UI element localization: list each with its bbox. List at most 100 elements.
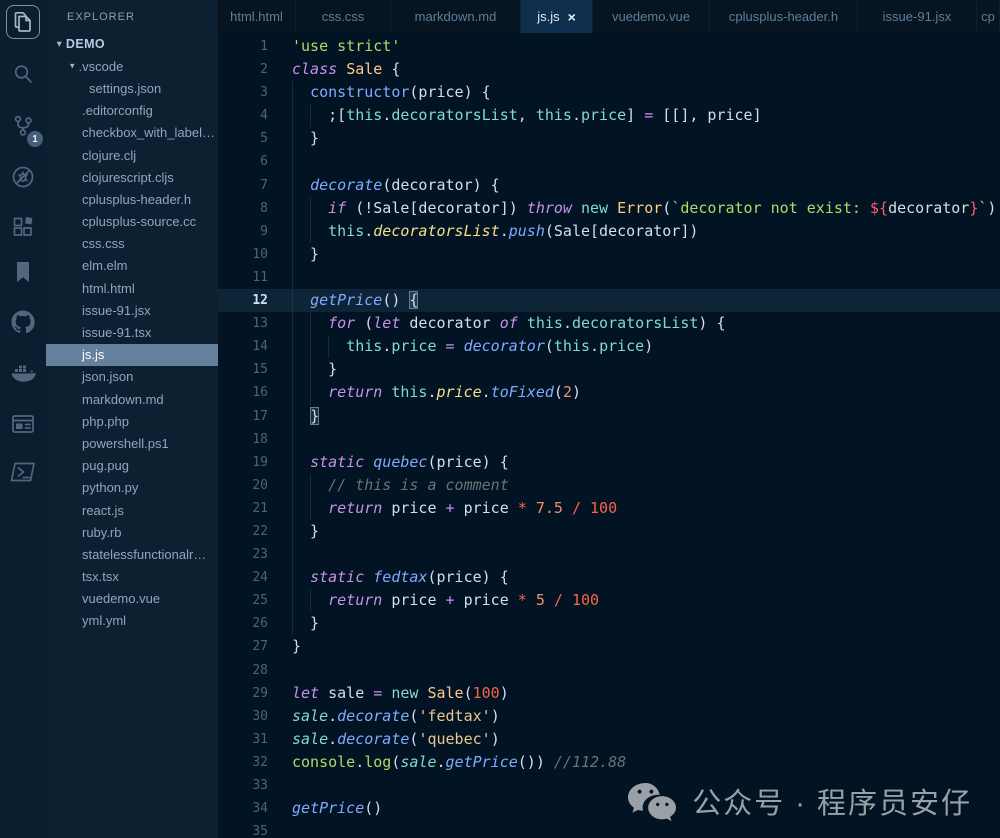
tree-item-label: cplusplus-source.cc	[82, 214, 196, 229]
line-number: 31	[218, 728, 268, 751]
extensions-icon[interactable]	[6, 210, 40, 244]
tree-item-.vscode[interactable]: ▾.vscode	[46, 55, 218, 77]
code-line-13[interactable]: 13 for (let decorator of this.decorators…	[218, 312, 1000, 335]
tree-item-demo[interactable]: ▾DEMO	[46, 33, 218, 55]
tree-item-powershell.ps1[interactable]: powershell.ps1	[46, 432, 218, 454]
code-text: }	[292, 358, 1000, 381]
explorer-files-icon[interactable]	[6, 5, 40, 39]
code-line-11[interactable]: 11	[218, 266, 1000, 289]
code-line-8[interactable]: 8 if (!Sale[decorator]) throw new Error(…	[218, 197, 1000, 220]
tree-item-label: cplusplus-header.h	[82, 192, 191, 207]
tree-item-php.php[interactable]: php.php	[46, 410, 218, 432]
tree-item-issue-91.tsx[interactable]: issue-91.tsx	[46, 321, 218, 343]
powershell-icon[interactable]	[6, 455, 40, 489]
code-line-10[interactable]: 10 }	[218, 243, 1000, 266]
code-line-26[interactable]: 26 }	[218, 612, 1000, 635]
wechat-icon	[626, 781, 678, 821]
tree-item-markdown.md[interactable]: markdown.md	[46, 388, 218, 410]
explorer-header: EXPLORER	[46, 0, 218, 33]
tree-item-ruby.rb[interactable]: ruby.rb	[46, 521, 218, 543]
tree-item-html.html[interactable]: html.html	[46, 277, 218, 299]
line-number: 17	[218, 405, 268, 428]
tree-item-label: markdown.md	[82, 392, 164, 407]
tab-issue-91.jsx[interactable]: issue-91.jsx	[858, 0, 977, 33]
code-line-12[interactable]: 12 getPrice() {	[218, 289, 1000, 312]
code-line-7[interactable]: 7 decorate(decorator) {	[218, 174, 1000, 197]
line-number: 25	[218, 589, 268, 612]
code-line-24[interactable]: 24 static fedtax(price) {	[218, 566, 1000, 589]
tree-item-vuedemo.vue[interactable]: vuedemo.vue	[46, 588, 218, 610]
source-control-icon[interactable]: 1	[6, 109, 40, 143]
bookmark-icon[interactable]	[6, 255, 40, 289]
code-line-35[interactable]: 35	[218, 820, 1000, 838]
code-line-30[interactable]: 30sale.decorate('fedtax')	[218, 705, 1000, 728]
code-line-15[interactable]: 15 }	[218, 358, 1000, 381]
line-number: 24	[218, 566, 268, 589]
tree-item-checkbox_with_label[interactable]: checkbox_with_label…	[46, 122, 218, 144]
tab-cplusplus-header.h[interactable]: cplusplus-header.h	[710, 0, 858, 33]
tree-item-css.css[interactable]: css.css	[46, 233, 218, 255]
docker-icon[interactable]	[6, 357, 40, 391]
tree-item-react.js[interactable]: react.js	[46, 499, 218, 521]
code-line-28[interactable]: 28	[218, 659, 1000, 682]
tab-cp[interactable]: cp	[977, 0, 1000, 33]
tree-item-cplusplus-header.h[interactable]: cplusplus-header.h	[46, 188, 218, 210]
tab-css.css[interactable]: css.css	[296, 0, 391, 33]
code-line-17[interactable]: 17 }	[218, 405, 1000, 428]
tab-js.js[interactable]: js.js×	[521, 0, 593, 33]
code-line-23[interactable]: 23	[218, 543, 1000, 566]
debug-disabled-icon[interactable]	[6, 160, 40, 194]
code-line-14[interactable]: 14 this.price = decorator(this.price)	[218, 335, 1000, 358]
tree-item-pug.pug[interactable]: pug.pug	[46, 455, 218, 477]
code-line-22[interactable]: 22 }	[218, 520, 1000, 543]
tree-item-json.json[interactable]: json.json	[46, 366, 218, 388]
code-line-2[interactable]: 2class Sale {	[218, 58, 1000, 81]
tree-item-clojure.clj[interactable]: clojure.clj	[46, 144, 218, 166]
code-line-25[interactable]: 25 return price + price * 5 / 100	[218, 589, 1000, 612]
tab-html.html[interactable]: html.html	[218, 0, 296, 33]
search-icon[interactable]	[6, 57, 40, 91]
tree-item-label: elm.elm	[82, 258, 128, 273]
github-icon[interactable]	[6, 305, 40, 339]
line-number: 12	[218, 289, 268, 312]
code-line-31[interactable]: 31sale.decorate('quebec')	[218, 728, 1000, 751]
close-tab-icon[interactable]: ×	[568, 9, 576, 25]
tab-vuedemo.vue[interactable]: vuedemo.vue	[593, 0, 710, 33]
code-line-20[interactable]: 20 // this is a comment	[218, 474, 1000, 497]
tree-item-elm.elm[interactable]: elm.elm	[46, 255, 218, 277]
code-line-21[interactable]: 21 return price + price * 7.5 / 100	[218, 497, 1000, 520]
code-editor[interactable]: 1'use strict'2class Sale {3 constructor(…	[218, 33, 1000, 838]
tab-markdown.md[interactable]: markdown.md	[391, 0, 521, 33]
code-line-3[interactable]: 3 constructor(price) {	[218, 81, 1000, 104]
vscode-window: 1 EXPLORER ▾DEMO▾.vscodesettings.json.ed…	[0, 0, 1000, 838]
tree-item-cplusplus-source.cc[interactable]: cplusplus-source.cc	[46, 211, 218, 233]
code-text: }	[292, 612, 1000, 635]
tree-item-clojurescript.cljs[interactable]: clojurescript.cljs	[46, 166, 218, 188]
code-line-32[interactable]: 32console.log(sale.getPrice()) //112.88	[218, 751, 1000, 774]
code-line-6[interactable]: 6	[218, 150, 1000, 173]
code-text: constructor(price) {	[292, 81, 1000, 104]
code-line-4[interactable]: 4 ;[this.decoratorsList, this.price] = […	[218, 104, 1000, 127]
browser-preview-icon[interactable]	[6, 407, 40, 441]
code-line-29[interactable]: 29let sale = new Sale(100)	[218, 682, 1000, 705]
code-line-19[interactable]: 19 static quebec(price) {	[218, 451, 1000, 474]
tree-item-label: css.css	[82, 236, 125, 251]
code-line-16[interactable]: 16 return this.price.toFixed(2)	[218, 381, 1000, 404]
code-line-1[interactable]: 1'use strict'	[218, 35, 1000, 58]
code-line-5[interactable]: 5 }	[218, 127, 1000, 150]
tab-label: cplusplus-header.h	[729, 9, 838, 24]
tree-item-issue-91.jsx[interactable]: issue-91.jsx	[46, 299, 218, 321]
expand-arrow-icon: ▾	[57, 38, 62, 49]
code-line-9[interactable]: 9 this.decoratorsList.push(Sale[decorato…	[218, 220, 1000, 243]
line-number: 2	[218, 58, 268, 81]
code-line-18[interactable]: 18	[218, 428, 1000, 451]
tree-item-statelessfunctionalr[interactable]: statelessfunctionalr…	[46, 543, 218, 565]
tree-item-.editorconfig[interactable]: .editorconfig	[46, 100, 218, 122]
tree-item-python.py[interactable]: python.py	[46, 477, 218, 499]
tree-item-settings.json[interactable]: settings.json	[46, 77, 218, 99]
tree-item-tsx.tsx[interactable]: tsx.tsx	[46, 566, 218, 588]
tree-item-yml.yml[interactable]: yml.yml	[46, 610, 218, 632]
tree-item-js.js[interactable]: js.js	[46, 344, 218, 366]
line-number: 7	[218, 174, 268, 197]
code-line-27[interactable]: 27}	[218, 635, 1000, 658]
